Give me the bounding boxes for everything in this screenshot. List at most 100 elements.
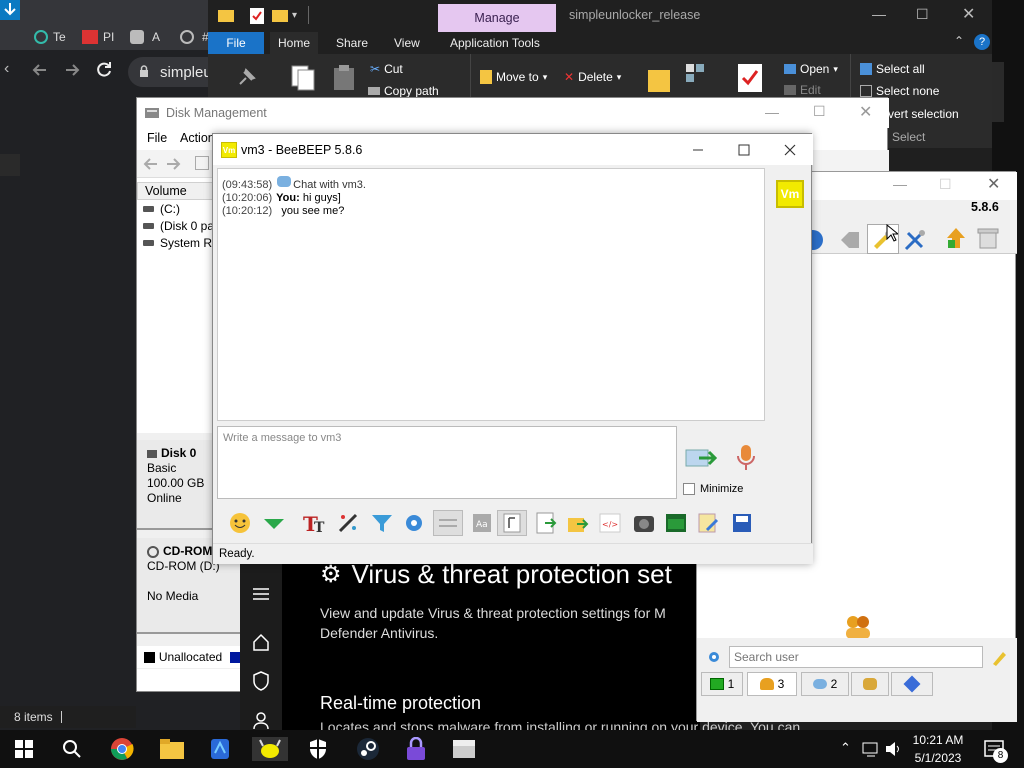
minimize-button[interactable]: —: [765, 104, 779, 120]
file-tab[interactable]: File: [208, 32, 264, 54]
filter-icon[interactable]: [369, 510, 395, 536]
move-to-button[interactable]: Move to ▾: [480, 70, 547, 84]
open-button[interactable]: Open ▾: [784, 62, 838, 76]
tab-chats[interactable]: 1: [701, 672, 743, 696]
minimize-button[interactable]: —: [893, 176, 907, 192]
maximize-button[interactable]: ☐: [813, 103, 826, 120]
collapse-green-icon[interactable]: [261, 510, 287, 536]
copy-path-button[interactable]: Copy path: [368, 84, 439, 98]
presentation-icon[interactable]: [663, 510, 689, 536]
pin-icon[interactable]: [234, 66, 258, 90]
tab-users[interactable]: 3: [747, 672, 797, 696]
notes-icon[interactable]: [695, 510, 721, 536]
properties-icon[interactable]: [250, 8, 264, 24]
html-code-icon[interactable]: </>: [597, 510, 623, 536]
forward-icon[interactable]: [165, 156, 181, 172]
clear-search-icon[interactable]: [991, 648, 1007, 666]
properties-large-icon[interactable]: [738, 64, 762, 92]
settings-gear-icon[interactable]: [707, 650, 721, 664]
volume-tray-icon[interactable]: [884, 740, 902, 758]
delete-button[interactable]: ✕ Delete ▾: [564, 70, 621, 84]
cut-button[interactable]: ✂ Cut: [370, 62, 403, 76]
steam-taskbar-icon[interactable]: [356, 737, 380, 761]
tab-application-tools[interactable]: Application Tools: [442, 32, 548, 54]
qat-dropdown-icon[interactable]: ▾: [292, 10, 297, 21]
minimize-checkbox[interactable]: Minimize: [683, 483, 743, 495]
copy-icon[interactable]: [290, 64, 316, 92]
tab-home[interactable]: Home: [270, 32, 319, 54]
search-user-input[interactable]: Search user: [729, 646, 983, 668]
settings-icon[interactable]: [401, 510, 427, 536]
console-tree-icon[interactable]: [195, 156, 209, 170]
font-color-icon[interactable]: [335, 510, 361, 536]
screenshot-icon[interactable]: [631, 510, 657, 536]
minimize-button[interactable]: —: [872, 6, 886, 22]
close-button[interactable]: ✕: [962, 4, 975, 24]
edit-button[interactable]: Edit: [784, 83, 821, 97]
chrome-tab-1[interactable]: Te: [34, 24, 66, 50]
network-tray-icon[interactable]: [862, 741, 880, 757]
minimize-button[interactable]: [675, 134, 721, 165]
volume-row[interactable]: (Disk 0 par: [143, 219, 218, 233]
send-file-icon[interactable]: [565, 510, 591, 536]
chrome-taskbar-icon[interactable]: [110, 737, 134, 761]
spellcheck-icon[interactable]: [433, 510, 463, 536]
back-icon[interactable]: [30, 60, 50, 80]
lock-app-taskbar-icon[interactable]: [404, 737, 428, 761]
collapse-ribbon-icon[interactable]: ⌃: [954, 34, 964, 48]
send-icon[interactable]: [685, 446, 717, 470]
new-item-icon[interactable]: [686, 64, 706, 84]
maximize-button[interactable]: ☐: [916, 6, 929, 23]
account-icon[interactable]: [252, 711, 270, 729]
forward-icon[interactable]: [62, 60, 82, 80]
save-chat-icon[interactable]: [533, 510, 559, 536]
new-folder-icon[interactable]: [272, 8, 288, 22]
volume-row[interactable]: (C:): [143, 202, 180, 216]
disk-management-taskbar-icon[interactable]: [452, 737, 476, 761]
start-button[interactable]: [12, 737, 36, 761]
share-files-icon[interactable]: [945, 226, 967, 250]
back-icon[interactable]: [143, 156, 159, 172]
close-button[interactable]: [767, 134, 813, 165]
close-button[interactable]: ✕: [987, 174, 1000, 194]
user-avatar[interactable]: Vm: [776, 180, 804, 208]
app-taskbar-icon[interactable]: [208, 737, 232, 761]
microphone-icon[interactable]: [735, 444, 757, 472]
reload-icon[interactable]: [94, 60, 114, 80]
save-icon[interactable]: [729, 510, 755, 536]
tools-icon[interactable]: [903, 228, 927, 252]
scrollbar[interactable]: [992, 62, 1004, 122]
tab-messages[interactable]: 2: [801, 672, 849, 696]
tab-view[interactable]: View: [386, 32, 428, 54]
download-icon[interactable]: [0, 0, 20, 20]
show-hidden-icons[interactable]: ⌃: [840, 740, 851, 756]
chrome-tab-3[interactable]: A: [130, 24, 160, 50]
chrome-tab-2[interactable]: PI: [82, 24, 114, 50]
message-input[interactable]: Write a message to vm3: [217, 426, 677, 499]
emoticon-icon[interactable]: [227, 510, 253, 536]
clock[interactable]: 10:21 AM 5/1/2023: [902, 731, 974, 767]
windows-security-taskbar-icon[interactable]: [306, 737, 330, 761]
trash-icon[interactable]: [977, 226, 999, 250]
select-all-button[interactable]: Select all: [860, 62, 925, 76]
sound-icon[interactable]: [497, 510, 527, 536]
invert-selection-button[interactable]: vert selection: [888, 107, 959, 121]
tab-network[interactable]: [891, 672, 933, 696]
send-message-icon[interactable]: [839, 230, 861, 250]
tab-share[interactable]: Share: [328, 32, 376, 54]
chevron-left-icon[interactable]: ‹: [4, 60, 9, 78]
compact-icon[interactable]: Aa: [469, 510, 495, 536]
manage-contextual-tab[interactable]: Manage: [438, 4, 556, 32]
menu-action[interactable]: Action: [180, 131, 215, 145]
file-explorer-taskbar-icon[interactable]: [160, 737, 184, 761]
new-folder-large-icon[interactable]: [648, 66, 670, 92]
maximize-button[interactable]: ☐: [939, 176, 952, 193]
chat-log[interactable]: (09:43:58) Chat with vm3. (10:20:06) You…: [217, 168, 765, 421]
help-icon[interactable]: ?: [974, 34, 990, 50]
shield-icon[interactable]: [252, 671, 270, 691]
paste-icon[interactable]: [332, 64, 356, 92]
font-icon[interactable]: TT: [301, 510, 327, 536]
hamburger-icon[interactable]: [252, 587, 270, 601]
chrome-tab-4[interactable]: #: [180, 24, 209, 50]
maximize-button[interactable]: [721, 134, 767, 165]
